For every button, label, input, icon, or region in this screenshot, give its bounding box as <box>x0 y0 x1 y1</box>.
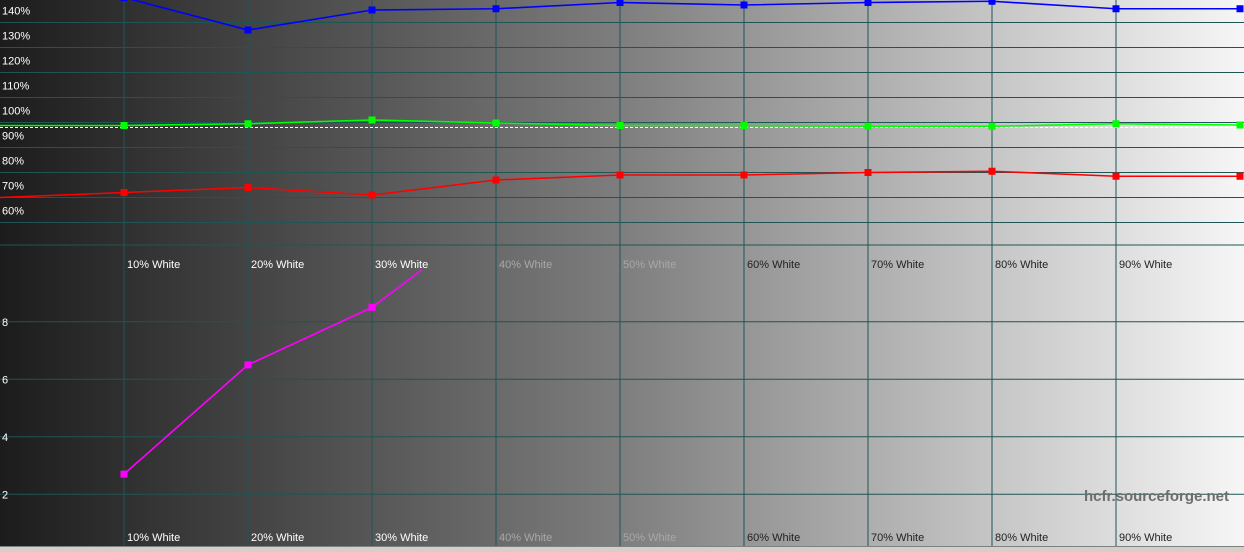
x-tick-label: 10% White <box>127 532 180 544</box>
y-tick-label-top: 90% <box>2 131 24 143</box>
rgb-point <box>864 0 872 6</box>
deltae-point <box>368 303 376 311</box>
rgb-point <box>492 176 500 184</box>
rgb-point <box>492 5 500 13</box>
y-tick-label-bottom: 8 <box>2 317 8 329</box>
x-tick-label: 90% White <box>1119 259 1172 271</box>
x-tick-label: 80% White <box>995 259 1048 271</box>
x-tick-label: 70% White <box>871 532 924 544</box>
y-tick-label-bottom: 2 <box>2 489 8 501</box>
rgb-point <box>368 191 376 199</box>
rgb-point <box>1236 172 1244 180</box>
x-tick-label: 70% White <box>871 259 924 271</box>
y-tick-label-top: 80% <box>2 156 24 168</box>
deltae-point <box>120 470 128 478</box>
x-tick-label: 40% White <box>499 532 552 544</box>
rgb-point <box>988 0 996 5</box>
y-tick-label-top: 120% <box>2 56 30 68</box>
y-tick-label-top: 60% <box>2 206 24 218</box>
x-tick-label: 30% White <box>375 259 428 271</box>
rgb-point <box>244 184 252 191</box>
deltae-point <box>244 361 252 369</box>
x-tick-label: 30% White <box>375 532 428 544</box>
x-tick-label: 80% White <box>995 532 1048 544</box>
y-tick-label-top: 130% <box>2 31 30 43</box>
rgb-point <box>1112 120 1120 128</box>
rgb-point <box>120 0 128 1</box>
watermark: hcfr.sourceforge.net <box>1083 488 1229 505</box>
rgb-point <box>740 171 748 179</box>
rgb-point <box>616 122 624 129</box>
rgb-point <box>1112 172 1120 180</box>
y-tick-label-top: 110% <box>2 81 30 93</box>
rgb-point <box>988 167 996 175</box>
rgb-point <box>864 169 872 176</box>
bottom-strip <box>0 546 1244 552</box>
rgb-point <box>1112 5 1120 13</box>
rgb-point <box>120 189 128 196</box>
rgb-point <box>1236 121 1244 129</box>
chart-canvas: 60% 70% 80% 90% 100% 110% 120% 130% 140% 2 4 6 8 10% … <box>0 0 1244 546</box>
rgb-point <box>492 119 500 127</box>
rgb-point <box>740 122 748 129</box>
rgb-point <box>244 26 252 34</box>
rgb-point <box>244 120 252 128</box>
rgb-point <box>616 171 624 179</box>
x-tick-label: 50% White <box>623 532 676 544</box>
rgb-point <box>864 122 872 130</box>
x-tick-label: 60% White <box>747 259 800 271</box>
x-tick-label: 50% White <box>623 259 676 271</box>
x-tick-label: 90% White <box>1119 532 1172 544</box>
x-tick-label: 60% White <box>747 532 800 544</box>
chart-background <box>0 0 1244 546</box>
x-tick-label: 20% White <box>251 532 304 544</box>
y-tick-label-bottom: 6 <box>2 374 8 386</box>
rgb-point <box>120 122 128 129</box>
rgb-point <box>616 0 624 6</box>
rgb-point <box>1236 5 1244 13</box>
x-tick-label: 40% White <box>499 259 552 271</box>
y-tick-label-bottom: 4 <box>2 432 8 444</box>
rgb-point <box>988 122 996 130</box>
y-tick-label-top: 100% <box>2 106 30 118</box>
rgb-point <box>740 1 748 9</box>
y-tick-label-top: 70% <box>2 181 24 193</box>
rgb-point <box>368 116 376 124</box>
y-tick-label-top: 140% <box>2 6 30 18</box>
x-tick-label: 10% White <box>127 259 180 271</box>
x-tick-label: 20% White <box>251 259 304 271</box>
rgb-point <box>368 6 376 14</box>
